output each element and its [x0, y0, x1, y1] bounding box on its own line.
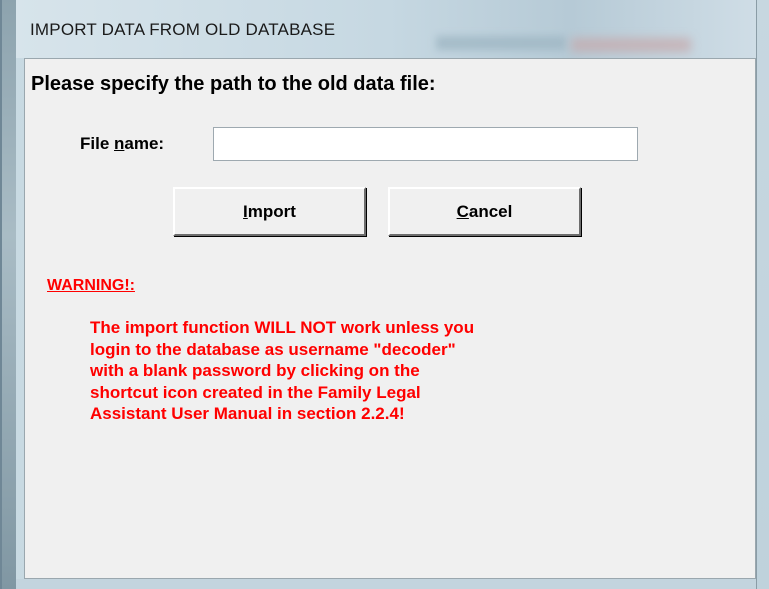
title-bar-background-blur	[436, 36, 566, 50]
title-bar[interactable]: IMPORT DATA FROM OLD DATABASE	[16, 0, 756, 58]
dialog-heading: Please specify the path to the old data …	[31, 73, 436, 95]
cancel-button[interactable]: Cancel	[388, 187, 581, 236]
access-key-letter: n	[114, 134, 125, 153]
warning-line: The import function WILL NOT work unless…	[90, 318, 475, 337]
access-key-letter: I	[243, 201, 248, 221]
title-bar-background-blur	[571, 38, 691, 52]
import-dialog-window: IMPORT DATA FROM OLD DATABASE Please spe…	[0, 0, 769, 589]
access-key-letter: C	[456, 201, 469, 221]
window-right-frame	[756, 0, 769, 589]
warning-message: The import function WILL NOT work unless…	[90, 317, 650, 425]
warning-title: WARNING!:	[47, 277, 135, 294]
window-title: IMPORT DATA FROM OLD DATABASE	[30, 20, 336, 39]
dialog-body: Please specify the path to the old data …	[24, 58, 756, 579]
import-button[interactable]: Import	[173, 187, 366, 236]
window-bottom-frame	[16, 579, 756, 589]
file-name-label: File name:	[80, 134, 165, 153]
warning-line: with a blank password by clicking on the	[90, 361, 420, 380]
warning-line: Assistant User Manual in section 2.2.4!	[90, 404, 405, 423]
warning-line: login to the database as username "decod…	[90, 339, 456, 359]
file-name-input[interactable]	[213, 127, 638, 161]
warning-line: shortcut icon created in the Family Lega…	[90, 382, 421, 402]
